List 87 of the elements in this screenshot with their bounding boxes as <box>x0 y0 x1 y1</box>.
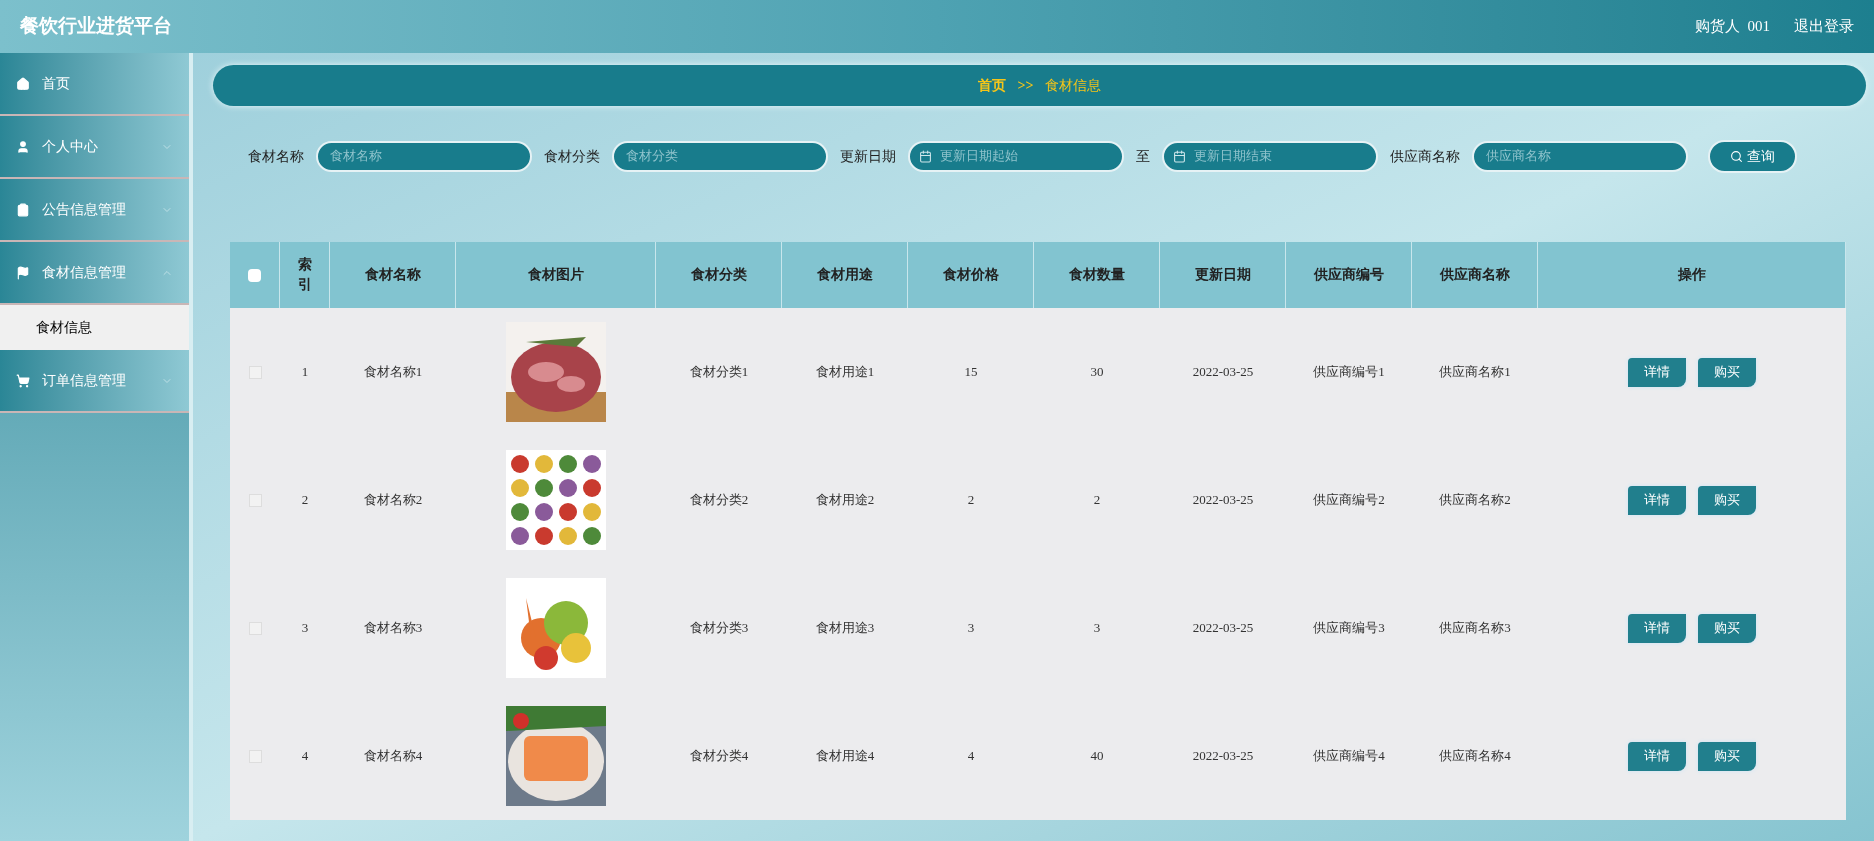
column-header: 食材分类 <box>690 266 747 284</box>
calendar-icon <box>1173 149 1186 163</box>
table-cell-text: 4 <box>967 747 975 766</box>
table-cell-text: 食材用途2 <box>815 491 875 510</box>
table-cell-text: 2022-03-25 <box>1192 747 1254 766</box>
table-cell-text: 4 <box>301 747 309 766</box>
table-cell-text: 食材用途3 <box>815 619 875 638</box>
table-cell-text: 食材名称1 <box>363 363 423 382</box>
menu-icon <box>16 373 30 388</box>
column-header: 食材价格 <box>942 266 999 284</box>
details-button[interactable]: 详情 <box>1628 357 1686 387</box>
submenu-item[interactable]: 食材信息 <box>0 305 189 350</box>
table-cell-text: 3 <box>967 619 975 638</box>
table-cell-text: 2022-03-25 <box>1192 363 1254 382</box>
table-cell-text: 供应商编号2 <box>1313 491 1385 510</box>
sidebar-item[interactable]: 食材信息管理 <box>0 242 189 305</box>
breadcrumb-current: 食材信息 <box>1045 77 1102 95</box>
sidebar-item[interactable]: 个人中心 <box>0 116 189 179</box>
table-cell-text: 2 <box>967 491 975 510</box>
table-cell-text: 食材分类2 <box>689 491 749 510</box>
table-cell-text: 食材名称2 <box>363 491 423 510</box>
table-cell-text: 供应商编号1 <box>1313 363 1385 382</box>
menu-icon <box>16 139 30 154</box>
table-cell-text: 2 <box>301 491 309 510</box>
table-cell-text: 食材分类4 <box>689 747 749 766</box>
table-cell-text: 食材分类1 <box>689 363 749 382</box>
column-header: 食材名称 <box>364 266 421 284</box>
table-cell-text: 1 <box>301 363 309 382</box>
breadcrumb-separator: >> <box>1017 77 1034 95</box>
calendar-icon <box>919 149 932 163</box>
table-cell-text: 食材名称4 <box>363 747 423 766</box>
table-cell-text: 食材用途4 <box>815 747 875 766</box>
table-cell-text: 供应商编号4 <box>1313 747 1385 766</box>
table-cell-text: 3 <box>1093 619 1101 638</box>
table-cell-text: 食材名称3 <box>363 619 423 638</box>
table-cell-text: 供应商名称3 <box>1439 619 1511 638</box>
search-field[interactable]: 食材分类 <box>612 140 828 172</box>
header-checkbox[interactable] <box>248 268 261 282</box>
table-cell-text: 供应商编号3 <box>1313 619 1385 638</box>
column-header: 食材数量 <box>1068 266 1125 284</box>
details-button[interactable]: 详情 <box>1628 613 1686 643</box>
sidebar-item[interactable]: 首页 <box>0 53 189 116</box>
search-field[interactable]: 更新日期起始 <box>908 140 1124 172</box>
table-cell-text: 30 <box>1090 363 1104 382</box>
column-header: 食材用途 <box>816 266 873 284</box>
sidebar-item[interactable]: 订单信息管理 <box>0 350 189 413</box>
search-field[interactable]: 供应商名称 <box>1472 140 1688 172</box>
details-button[interactable]: 详情 <box>1628 741 1686 771</box>
field-label: 食材名称 <box>248 147 304 166</box>
table-cell-text: 2022-03-25 <box>1192 491 1254 510</box>
column-header: 索引 <box>297 256 312 294</box>
menu-icon <box>16 202 30 217</box>
column-header: 供应商编号 <box>1313 266 1384 284</box>
field-label: 供应商名称 <box>1390 147 1460 166</box>
table-cell-text: 供应商名称1 <box>1439 363 1511 382</box>
column-header: 更新日期 <box>1194 266 1251 284</box>
search-field[interactable]: 更新日期结束 <box>1162 140 1378 172</box>
table-cell-text: 40 <box>1090 747 1104 766</box>
column-header: 操作 <box>1677 266 1706 284</box>
user-label: 购货人 001 <box>1694 17 1770 37</box>
column-header: 供应商名称 <box>1439 266 1510 284</box>
details-button[interactable]: 详情 <box>1628 485 1686 515</box>
breadcrumb-home[interactable]: 首页 <box>977 75 1006 96</box>
column-header: 食材图片 <box>527 266 584 284</box>
search-icon <box>1730 149 1743 163</box>
table-cell-text: 15 <box>964 363 978 382</box>
field-label: 至 <box>1136 147 1150 166</box>
search-button[interactable]: 查询 <box>1708 139 1797 173</box>
menu-icon <box>16 265 30 280</box>
sidebar-item[interactable]: 公告信息管理 <box>0 179 189 242</box>
field-label: 更新日期 <box>840 147 896 166</box>
table-cell-text: 3 <box>301 619 309 638</box>
app-title: 餐饮行业进货平台 <box>20 14 172 39</box>
table-cell-text: 食材用途1 <box>815 363 875 382</box>
table-cell-text: 供应商名称4 <box>1439 747 1511 766</box>
search-field[interactable]: 食材名称 <box>316 140 532 172</box>
buy-button[interactable]: 购买 <box>1698 613 1756 643</box>
field-label: 食材分类 <box>544 147 600 166</box>
menu-icon <box>16 76 30 91</box>
table-cell-text: 2 <box>1093 491 1101 510</box>
table-cell-text: 食材分类3 <box>689 619 749 638</box>
buy-button[interactable]: 购买 <box>1698 741 1756 771</box>
buy-button[interactable]: 购买 <box>1698 357 1756 387</box>
buy-button[interactable]: 购买 <box>1698 485 1756 515</box>
table-cell-text: 供应商名称2 <box>1439 491 1511 510</box>
logout-link[interactable]: 退出登录 <box>1794 15 1854 38</box>
table-cell-text: 2022-03-25 <box>1192 619 1254 638</box>
